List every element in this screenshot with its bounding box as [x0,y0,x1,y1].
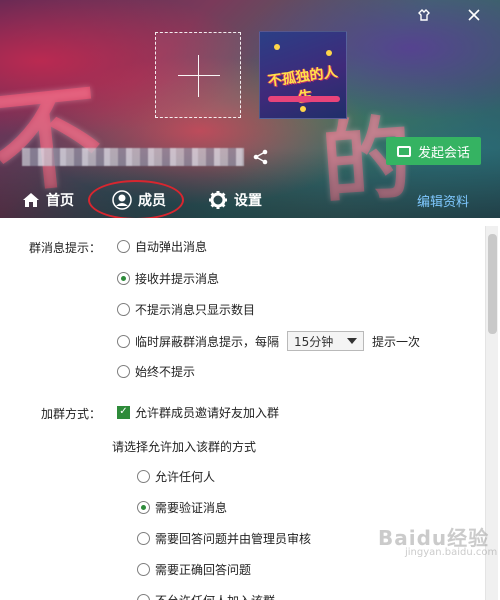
message-option-count-only[interactable]: 不提示消息只显示数目 [117,299,255,319]
scrollbar-thumb[interactable] [488,234,497,334]
join-method-choose-label: 请选择允许加入该群的方式 [112,440,257,454]
message-option-auto-popup[interactable]: 自动弹出消息 [117,236,207,256]
share-icon[interactable] [252,148,270,166]
message-option-never[interactable]: 始终不提示 [117,361,195,381]
avatar-title: 不孤独的人生 [266,64,339,105]
join-option-answer-admin-review[interactable]: 需要回答问题并由管理员审核 [137,528,311,548]
join-option-no-one[interactable]: 不允许任何人加入该群 [137,590,275,600]
radio-button[interactable] [117,302,130,316]
radio-button[interactable] [137,593,150,600]
home-icon [23,193,39,207]
group-name-blurred [22,148,244,166]
checkbox-checked[interactable]: ✓ [117,405,130,419]
radio-button-checked[interactable] [137,500,150,514]
radio-button[interactable] [117,334,130,348]
interval-suffix: 提示一次 [372,334,421,349]
group-header: 不 的人生 不孤独的人生 发起会话 首页 成员 [0,0,500,218]
interval-select[interactable]: 15分钟 [287,331,365,351]
start-chat-button[interactable]: 发起会话 [386,137,481,165]
message-option-temp-block[interactable]: 临时屏蔽群消息提示，每隔 15分钟 提示一次 [117,331,420,351]
join-option-verify-message[interactable]: 需要验证消息 [137,497,227,517]
tab-settings-label: 设置 [234,193,262,209]
baidu-watermark-url: jingyan.baidu.com [405,547,498,558]
gear-icon [209,191,227,209]
radio-button[interactable] [137,562,150,576]
radio-button[interactable] [117,239,130,253]
join-option-anyone[interactable]: 允许任何人 [137,466,215,486]
close-icon[interactable] [464,5,484,25]
radio-button[interactable] [137,469,150,483]
members-tab-highlight-annotation [88,180,184,220]
radio-button-checked[interactable] [117,271,130,285]
tab-home[interactable]: 首页 [22,182,74,218]
join-method-label: 加群方式： [41,407,102,421]
chevron-down-icon [347,338,358,344]
group-avatar[interactable]: 不孤独的人生 [259,31,347,119]
join-option-answer-correct[interactable]: 需要正确回答问题 [137,559,251,579]
tab-home-label: 首页 [46,193,74,209]
radio-button[interactable] [117,364,130,378]
interval-select-value: 15分钟 [294,334,334,349]
radio-button[interactable] [137,531,150,545]
tab-bar: 首页 成员 设置 编辑资料 [0,182,500,218]
skin-icon[interactable] [414,5,434,25]
message-prompt-label: 群消息提示： [29,241,102,255]
allow-invite-checkbox-row[interactable]: ✓ 允许群成员邀请好友加入群 [117,402,279,422]
tab-settings[interactable]: 设置 [208,182,262,218]
plus-icon [178,75,220,76]
start-chat-label: 发起会话 [417,145,470,161]
chat-icon [396,145,411,157]
message-option-receive-notify[interactable]: 接收并提示消息 [117,268,219,288]
upload-cover-button[interactable] [155,32,241,118]
edit-profile-link[interactable]: 编辑资料 [417,182,469,218]
